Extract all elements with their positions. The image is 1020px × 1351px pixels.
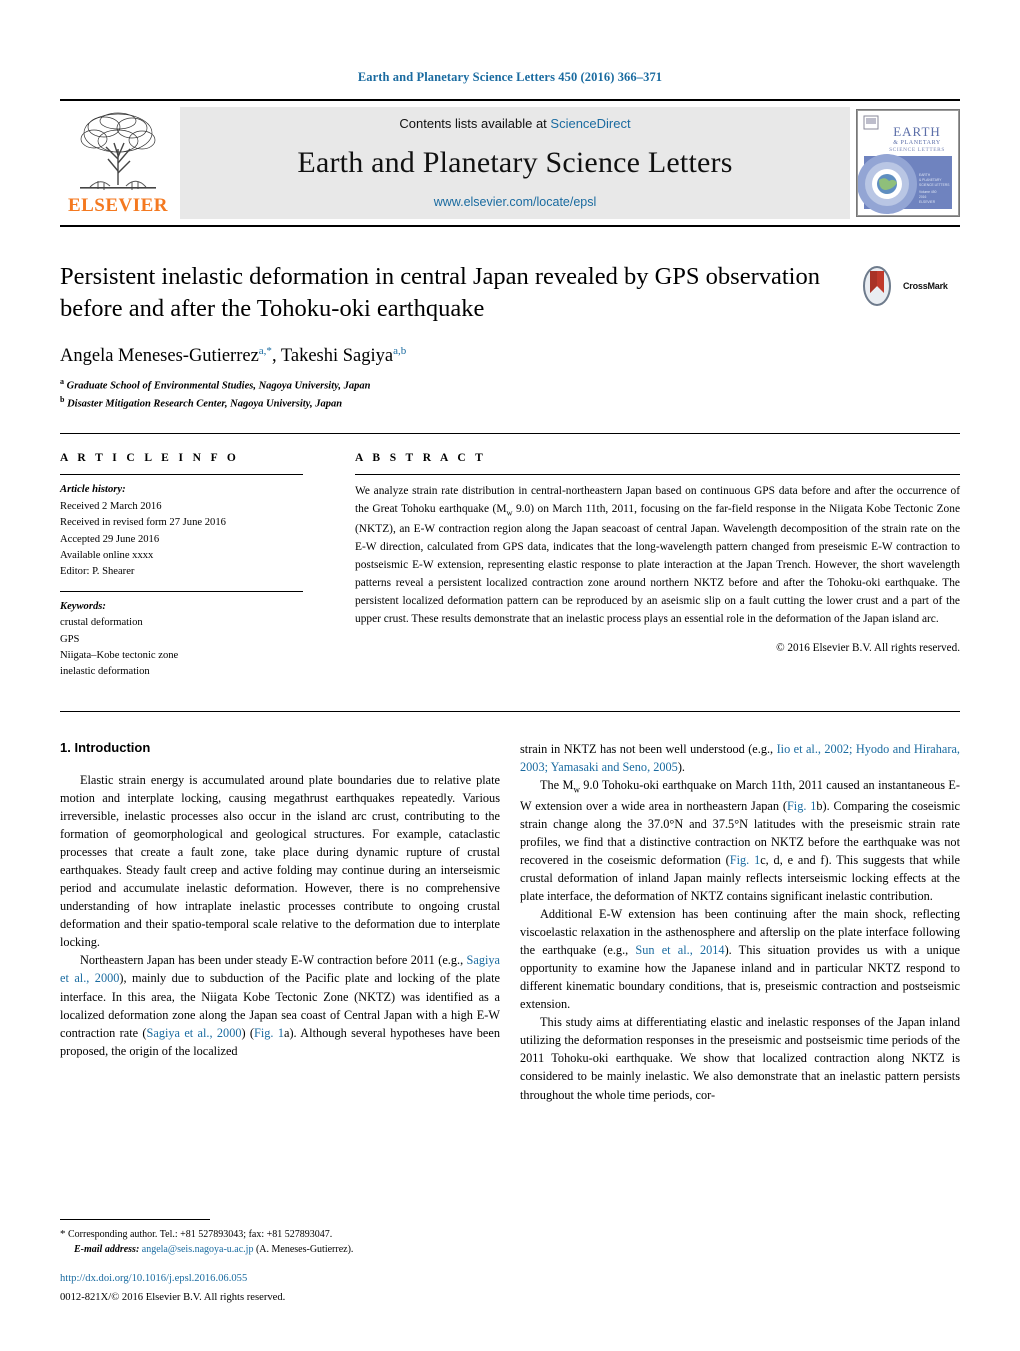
crossmark-badge[interactable]: CrossMark [856, 263, 960, 309]
divider-article-info [60, 474, 303, 476]
page-title: Persistent inelastic deformation in cent… [60, 263, 820, 322]
running-head: Earth and Planetary Science Letters 450 … [357, 70, 663, 84]
abstract-text: We analyze strain rate distribution in c… [355, 485, 960, 625]
keyword-item: inelastic deformation [60, 666, 150, 678]
journal-homepage-link[interactable]: www.elsevier.com/locate/epsl [434, 195, 597, 209]
authors-text: Angela Meneses-Gutierreza,*, Takeshi Sag… [60, 344, 407, 366]
divider-above-body [60, 710, 960, 712]
abstract-copyright: © 2016 Elsevier B.V. All rights reserved… [776, 641, 960, 654]
svg-text:EARTH: EARTH [919, 173, 931, 177]
corresponding-author-text: Corresponding author. Tel.: +81 52789304… [68, 1228, 333, 1240]
body-paragraph: Additional E-W extension has been contin… [520, 906, 960, 1012]
svg-text:EARTH: EARTH [893, 124, 941, 139]
affiliation-list: a Graduate School of Environmental Studi… [60, 376, 960, 411]
title-block: Persistent inelastic deformation in cent… [60, 261, 960, 411]
journal-cover-thumbnail: EARTH & PLANETARY SCIENCE LETTERS EARTH … [856, 109, 960, 217]
author-list: Angela Meneses-Gutierreza,*, Takeshi Sag… [60, 345, 960, 367]
divider-keywords [60, 590, 303, 592]
column-gap [303, 452, 355, 680]
affiliation-marker: a [60, 376, 64, 386]
affiliation-text: Graduate School of Environmental Studies… [66, 380, 371, 392]
affiliation-item: a Graduate School of Environmental Studi… [60, 376, 960, 394]
body-left-column: 1. Introduction Elastic strain energy is… [60, 740, 500, 1104]
body-right-column: strain in NKTZ has not been well underst… [520, 740, 960, 1104]
abstract-heading: A B S T R A C T [355, 452, 487, 465]
elsevier-tree-icon [80, 112, 156, 190]
email-owner-text: (A. Meneses-Gutierrez). [255, 1244, 354, 1256]
email-note: E-mail address: angela@seis.nagoya-u.ac.… [60, 1242, 500, 1257]
article-info-and-abstract: A R T I C L E I N F O Article history: R… [60, 452, 960, 680]
journal-article-page: Earth and Planetary Science Letters 450 … [0, 0, 1020, 1351]
svg-text:ELSEVIER: ELSEVIER [919, 200, 936, 204]
email-address-link[interactable]: angela@seis.nagoya-u.ac.jp [142, 1244, 254, 1255]
affiliation-item: b Disaster Mitigation Research Center, N… [60, 394, 960, 412]
footnote-star-marker: * [60, 1227, 66, 1240]
crossmark-label: CrossMark [903, 281, 948, 291]
history-item: Received 2 March 2016 [60, 500, 162, 512]
keyword-item: Niigata–Kobe tectonic zone [60, 649, 179, 661]
keyword-item: crustal deformation [60, 617, 143, 629]
keywords-title: Keywords: [60, 600, 106, 612]
doi-block: http://dx.doi.org/10.1016/j.epsl.2016.06… [60, 1271, 500, 1305]
body-paragraph: strain in NKTZ has not been well underst… [520, 741, 960, 774]
body-paragraph: This study aims at differentiating elast… [520, 1015, 960, 1102]
affiliation-marker: b [60, 394, 65, 404]
elsevier-wordmark: ELSEVIER [67, 195, 169, 216]
affiliation-text: Disaster Mitigation Research Center, Nag… [67, 398, 343, 410]
elsevier-logo: ELSEVIER [60, 101, 176, 225]
footnote-divider [60, 1218, 210, 1220]
body-columns: 1. Introduction Elastic strain energy is… [60, 740, 960, 1104]
svg-text:SCIENCE LETTERS: SCIENCE LETTERS [889, 147, 945, 153]
svg-text:& PLANETARY: & PLANETARY [893, 140, 941, 146]
journal-masthead: ELSEVIER Contents lists available at Sci… [60, 99, 960, 227]
journal-cover-art: EARTH & PLANETARY SCIENCE LETTERS EARTH … [857, 110, 959, 216]
article-history-block: Article history: Received 2 March 2016 R… [60, 482, 303, 580]
article-history-title: Article history: [60, 484, 126, 496]
history-item: Accepted 29 June 2016 [60, 533, 160, 545]
body-paragraph: The Mw 9.0 Tohoku-oki earthquake on Marc… [520, 777, 961, 903]
article-info-heading: A R T I C L E I N F O [60, 452, 240, 465]
column-gap [500, 740, 520, 1104]
contents-available-line: Contents lists available at ScienceDirec… [399, 116, 630, 131]
divider-above-article-info [60, 433, 960, 435]
history-item: Editor: P. Shearer [60, 566, 135, 578]
svg-text:SCIENCE LETTERS: SCIENCE LETTERS [919, 183, 950, 187]
doi-link[interactable]: http://dx.doi.org/10.1016/j.epsl.2016.06… [60, 1271, 500, 1286]
masthead-center-panel: Contents lists available at ScienceDirec… [180, 107, 850, 219]
body-paragraph: Northeastern Japan has been under steady… [60, 953, 501, 1058]
journal-title: Earth and Planetary Science Letters [297, 146, 733, 179]
history-item: Received in revised form 27 June 2016 [60, 517, 226, 529]
keywords-block: Keywords: crustal deformation GPS Niigat… [60, 599, 303, 681]
body-paragraph: Elastic strain energy is accumulated aro… [60, 772, 500, 950]
section-title-introduction: 1. Introduction [60, 739, 151, 755]
issn-copyright-line: 0012-821X/© 2016 Elsevier B.V. All right… [60, 1291, 286, 1303]
sciencedirect-link[interactable]: ScienceDirect [550, 116, 630, 131]
svg-text:2016: 2016 [919, 195, 927, 199]
divider-abstract [355, 474, 960, 476]
email-address-label: E-mail address: [74, 1244, 140, 1256]
footnote-area: * Corresponding author. Tel.: +81 527893… [60, 1218, 500, 1305]
keyword-item: GPS [60, 633, 80, 645]
corresponding-author-note: * Corresponding author. Tel.: +81 527893… [60, 1226, 500, 1243]
contents-prefix-text: Contents lists available at [399, 116, 551, 131]
svg-text:Volume 450: Volume 450 [919, 190, 937, 194]
history-item: Available online xxxx [60, 549, 154, 561]
abstract-column: A B S T R A C T We analyze strain rate d… [355, 452, 960, 680]
article-info-column: A R T I C L E I N F O Article history: R… [60, 452, 303, 680]
crossmark-icon [863, 266, 891, 306]
svg-text:& PLANETARY: & PLANETARY [919, 178, 942, 182]
